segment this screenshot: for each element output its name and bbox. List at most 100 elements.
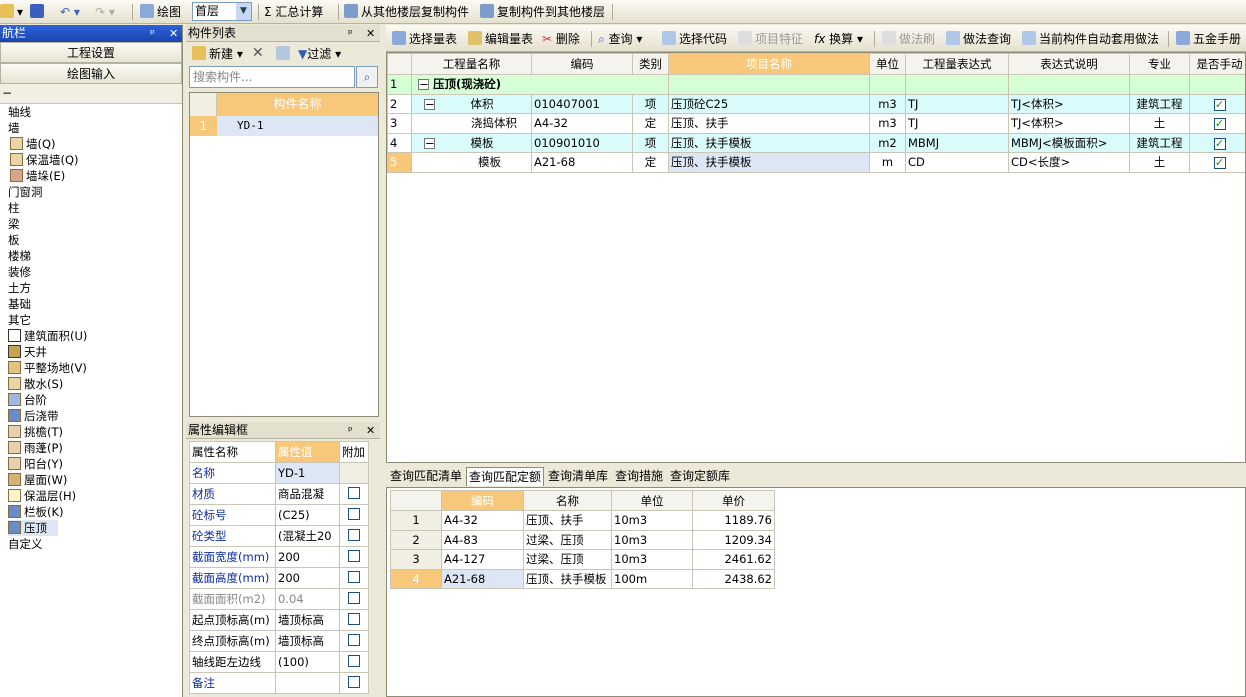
close-icon[interactable]: ✕ [366,422,375,439]
prop-row[interactable]: 名称 YD-1 [189,462,369,484]
add-checkbox[interactable] [348,528,360,541]
method-brush-button[interactable]: 做法刷 [882,30,935,48]
select-list-button[interactable]: 选择量表 [392,30,457,48]
add-checkbox[interactable] [348,612,360,625]
project-settings-button[interactable]: 工程设置 [0,42,182,63]
qty-code[interactable]: 010407001 [531,93,633,114]
add-checkbox[interactable] [348,486,360,499]
nav-item-insulation-layer[interactable]: 保温层(H) [8,488,76,504]
open-icon[interactable]: ▾ [0,3,23,21]
draw-input-button[interactable]: 绘图输入 [0,63,182,84]
add-checkbox[interactable] [348,675,360,688]
query-button[interactable]: ⌕ 查询 ▾ [598,30,642,48]
collapse-icon[interactable]: − [424,98,435,110]
column-header[interactable]: 是否手动 [1189,53,1245,75]
sum-button[interactable]: Σ 汇总计算 [264,3,323,21]
manual-checkbox[interactable]: ✓ [1213,157,1226,170]
qty-unit[interactable]: m2 [869,132,906,153]
nav-item-decoration[interactable]: 装修 [8,264,31,280]
copy-from-button[interactable]: 从其他楼层复制构件 [344,3,469,21]
add-checkbox[interactable] [348,570,360,583]
column-header[interactable]: 编码 [531,53,633,75]
nav-item-roof[interactable]: 屋面(W) [8,472,67,488]
table-row[interactable]: 3 浇捣体积 A4-32 定 压顶、扶手 m3 TJ TJ<体积> 土 ✓ [387,113,1245,134]
prop-value[interactable]: (C25) [275,504,340,526]
qty-expression[interactable]: CD [905,152,1009,173]
copy-to-button[interactable]: 复制构件到其他楼层 [480,3,605,21]
nav-item-coping[interactable]: 压顶 [8,520,58,536]
prop-value[interactable]: 200 [275,567,340,589]
qty-unit[interactable]: m3 [869,93,906,114]
nav-item-foundation[interactable]: 基础 [8,296,31,312]
nav-item-eave[interactable]: 挑檐(T) [8,424,63,440]
manual-checkbox[interactable]: ✓ [1213,118,1226,131]
collapse-all-icon[interactable]: − [0,84,182,104]
qty-major[interactable]: 建筑工程 [1129,132,1190,153]
nav-item-axis[interactable]: 轴线 [8,104,31,120]
save-icon[interactable] [30,3,47,21]
qty-major[interactable]: 土 [1129,152,1190,173]
nav-item-wall-q[interactable]: 墙(Q) [10,136,56,152]
undo-icon[interactable]: ↶ ▾ [60,3,80,21]
prop-value[interactable]: YD-1 [275,462,340,484]
add-checkbox[interactable] [348,654,360,667]
collapse-icon[interactable]: − [418,79,429,91]
table-row[interactable]: 1 − 压顶(现浇砼) [387,74,1245,95]
nav-item-opening[interactable]: 门窗洞 [8,184,43,200]
table-row[interactable]: 4 − 模板 010901010 项 压顶、扶手模板 m2 MBMJ MBMJ<模… [387,132,1245,153]
column-header[interactable]: 项目名称 [668,53,870,75]
prop-row[interactable]: 终点顶标高(m) 墙顶标高 [189,630,369,652]
pin-icon[interactable]: ᵖ [348,422,353,439]
component-row[interactable]: 1 YD-1 [190,116,378,136]
pin-icon[interactable]: ᵖ [150,25,155,42]
collapse-icon[interactable]: − [424,137,435,149]
qty-expression[interactable]: TJ [905,93,1009,114]
nav-item-slab[interactable]: 板 [8,232,20,248]
copy-icon[interactable] [276,45,293,63]
nav-item-other[interactable]: 其它 [8,312,31,328]
qty-project-name[interactable]: 压顶、扶手模板 [668,132,870,153]
new-button[interactable]: 新建 ▾ [192,45,243,63]
prop-row[interactable]: 砼标号 (C25) [189,504,369,526]
tab-list-library[interactable]: 查询清单库 [546,467,610,486]
nav-item-custom[interactable]: 自定义 [8,536,43,552]
close-icon[interactable]: ✕ [366,25,375,42]
nav-item-pilaster[interactable]: 墙垛(E) [10,168,65,184]
prop-row[interactable]: 砼类型 (混凝土20 [189,525,369,547]
edit-list-button[interactable]: 编辑量表 [468,30,533,48]
table-row[interactable]: 3 A4-127 过梁、压顶 10m3 2461.62 [390,549,775,570]
nav-item-leveling[interactable]: 平整场地(V) [8,360,87,376]
prop-row[interactable]: 备注 [189,672,369,694]
method-query-button[interactable]: 做法查询 [946,30,1011,48]
nav-item-parapet[interactable]: 栏板(K) [8,504,64,520]
nav-item-column[interactable]: 柱 [8,200,20,216]
nav-item-patio[interactable]: 天井 [8,344,47,360]
delete-icon[interactable]: ✕ [252,44,264,62]
prop-value[interactable]: 墙顶标高 [275,630,340,652]
add-checkbox[interactable] [348,549,360,562]
qty-major[interactable]: 土 [1129,113,1190,134]
prop-value[interactable]: 商品混凝 [275,483,340,505]
column-header[interactable]: 编码 [441,490,524,511]
nav-item-balcony[interactable]: 阳台(Y) [8,456,63,472]
filter-button[interactable]: ▼过滤 ▾ [298,45,341,63]
table-row[interactable]: 1 A4-32 压顶、扶手 10m3 1189.76 [390,510,775,531]
add-checkbox[interactable] [348,591,360,604]
table-row[interactable]: 4 A21-68 压顶、扶手模板 100m 2438.62 [390,568,775,589]
column-header[interactable]: 单位 [611,490,693,511]
prop-value[interactable]: 200 [275,546,340,568]
qty-unit[interactable]: m [869,152,906,173]
column-header[interactable]: 专业 [1129,53,1190,75]
qty-project-name[interactable]: 压顶、扶手模板 [668,152,870,173]
qty-expression[interactable]: MBMJ [905,132,1009,153]
column-header[interactable]: 名称 [523,490,612,511]
prop-row[interactable]: 起点顶标高(m) 墙顶标高 [189,609,369,631]
qty-expression[interactable]: TJ [905,113,1009,134]
nav-item-wall[interactable]: 墙 [8,120,20,136]
nav-item-insulation-wall[interactable]: 保温墙(Q) [10,152,79,168]
add-checkbox[interactable] [348,507,360,520]
prop-row[interactable]: 截面宽度(mm) 200 [189,546,369,568]
chevron-down-icon[interactable]: ▼ [236,3,251,20]
prop-value[interactable]: (混凝土20 [275,525,340,547]
column-header[interactable]: 工程量名称 [411,53,532,75]
